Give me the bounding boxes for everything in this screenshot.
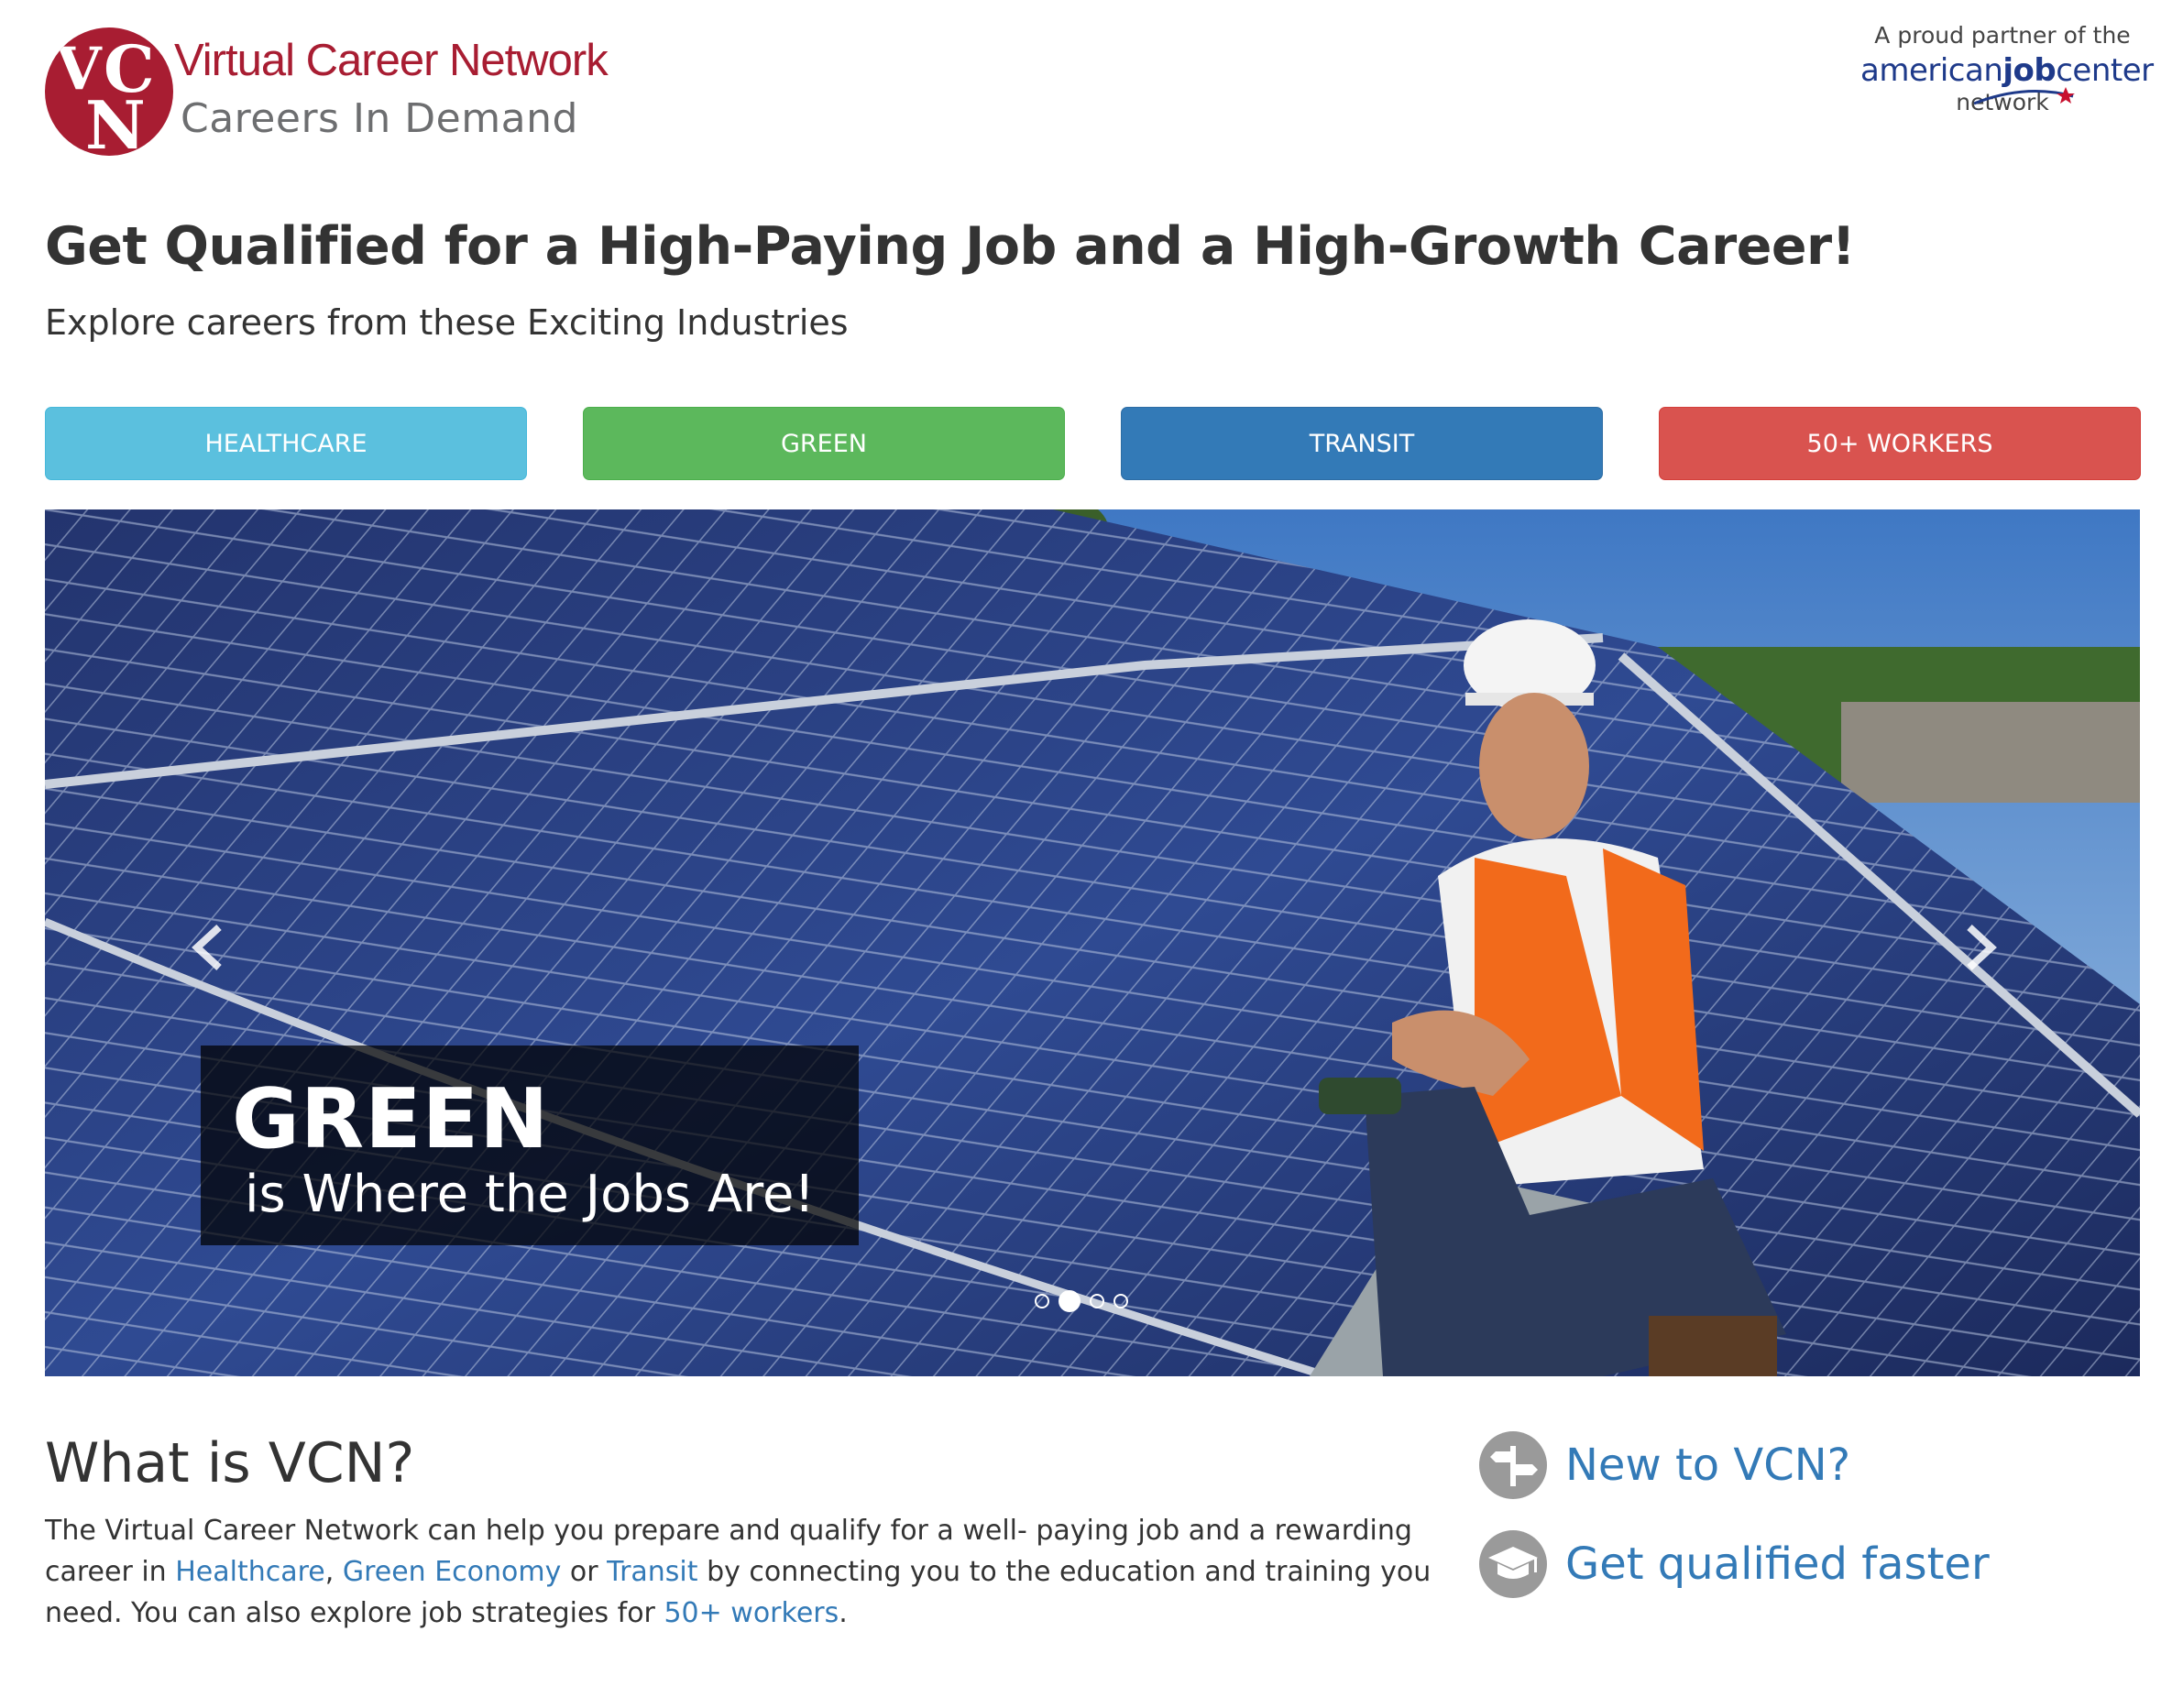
vcn-logo-seal[interactable]: V C N bbox=[45, 27, 173, 156]
partner-line: A proud partner of the bbox=[1874, 22, 2131, 49]
carousel-dot-1[interactable] bbox=[1035, 1294, 1049, 1308]
graduation-cap-icon bbox=[1479, 1530, 1547, 1598]
brand-job: job bbox=[2002, 52, 2057, 89]
green-button[interactable]: GREEN bbox=[583, 407, 1065, 480]
logo-letter-n: N bbox=[85, 86, 146, 156]
get-qualified-faster-link[interactable]: Get qualified faster bbox=[1479, 1530, 1990, 1598]
carousel-indicators bbox=[1035, 1290, 1128, 1312]
carousel-dot-4[interactable] bbox=[1113, 1294, 1128, 1308]
logo-tagline: Careers In Demand bbox=[181, 95, 578, 142]
american-job-center-logo: americanjobcenter bbox=[1860, 52, 2154, 105]
caption-title: GREEN bbox=[232, 1071, 550, 1167]
page-subhead: Explore careers from these Exciting Indu… bbox=[45, 302, 849, 343]
get-qualified-faster-label: Get qualified faster bbox=[1565, 1538, 1990, 1590]
carousel-caption: GREEN is Where the Jobs Are! bbox=[201, 1046, 859, 1245]
healthcare-link[interactable]: Healthcare bbox=[175, 1556, 325, 1588]
chevron-right-icon[interactable] bbox=[1951, 920, 2006, 975]
swoosh-star-icon bbox=[1973, 87, 2075, 105]
what-is-vcn-text: The Virtual Career Network can help you … bbox=[45, 1510, 1447, 1634]
carousel-dot-3[interactable] bbox=[1090, 1294, 1104, 1308]
american-job-center-partner[interactable]: A proud partner of the americanjobcenter… bbox=[1860, 22, 2154, 115]
green-economy-link[interactable]: Green Economy bbox=[343, 1556, 562, 1588]
about-text-2: , bbox=[324, 1556, 343, 1588]
transit-link[interactable]: Transit bbox=[607, 1556, 697, 1588]
50-plus-workers-link[interactable]: 50+ workers bbox=[664, 1597, 839, 1629]
transit-button[interactable]: TRANSIT bbox=[1121, 407, 1603, 480]
50-plus-workers-button[interactable]: 50+ WORKERS bbox=[1659, 407, 2141, 480]
page-headline: Get Qualified for a High-Paying Job and … bbox=[45, 216, 1856, 277]
new-to-vcn-label: New to VCN? bbox=[1565, 1440, 1851, 1491]
brand-center: center bbox=[2056, 52, 2154, 89]
carousel-dot-2[interactable] bbox=[1059, 1290, 1081, 1312]
hero-carousel[interactable]: GREEN is Where the Jobs Are! bbox=[45, 509, 2140, 1376]
about-text-5: . bbox=[839, 1597, 848, 1629]
healthcare-button[interactable]: HEALTHCARE bbox=[45, 407, 527, 480]
solar-panel-worker-image bbox=[45, 509, 2140, 1376]
chevron-left-icon[interactable] bbox=[182, 920, 237, 975]
caption-subtitle: is Where the Jobs Are! bbox=[245, 1165, 815, 1224]
new-to-vcn-link[interactable]: New to VCN? bbox=[1479, 1431, 1850, 1499]
what-is-vcn-heading: What is VCN? bbox=[45, 1431, 415, 1495]
brand-american: american bbox=[1860, 52, 2003, 89]
about-text-3: or bbox=[561, 1556, 608, 1588]
signpost-icon bbox=[1479, 1431, 1547, 1499]
logo-name[interactable]: Virtual Career Network bbox=[174, 35, 609, 86]
